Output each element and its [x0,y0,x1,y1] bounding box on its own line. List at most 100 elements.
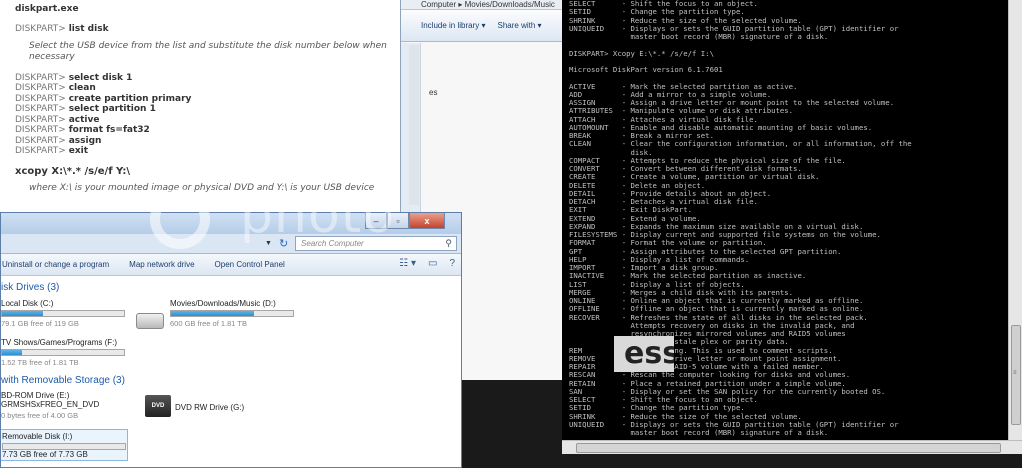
help-icon[interactable]: ? [449,258,455,269]
file-item-fragment[interactable]: es [429,88,437,97]
hard-drive-icon [136,313,164,329]
drive-free-space: 1.52 TB free of 1.81 TB [1,358,79,367]
doc-prompt: DISKPART> [15,125,69,135]
disc-label: GRMSHSxFREO_EN_DVD [1,400,100,409]
drive-name: Removable Disk (I:) [2,432,73,441]
dvd-drive-icon: DVD [145,395,171,417]
maximize-button[interactable]: ▫ [387,213,409,229]
drive-name: DVD RW Drive (G:) [175,403,245,412]
instructions-document: diskpart.exe DISKPART> list disk Select … [0,0,400,214]
doc-command: clean [68,83,96,93]
doc-command: format fs=fat32 [68,125,150,135]
doc-xcopy-command: xcopy X:\*.* /s/e/f Y:\ [15,165,131,177]
doc-command: list disk [68,24,109,34]
drive-i-removable[interactable]: Removable Disk (I:) 7.73 GB free of 7.73… [1,429,128,461]
preview-pane-icon[interactable]: ▭ [428,258,437,269]
doc-step-line: DISKPART> create partition primary [15,94,400,105]
drive-free-space: 600 GB free of 1.81 TB [170,319,247,328]
doc-prompt: DISKPART> [15,72,69,83]
window-controls: – ▫ x [365,213,445,229]
desktop-background [462,380,568,468]
drive-c[interactable]: Local Disk (C:) 79.1 GB free of 119 GB [1,299,125,328]
doc-command: exit [68,146,89,156]
drive-name: TV Shows/Games/Programs (F:) [1,338,118,347]
map-network-drive-button[interactable]: Map network drive [129,260,194,269]
doc-note-xcopy: where X:\ is your mounted image or physi… [29,182,375,193]
doc-list-disk-line: DISKPART> list disk [15,24,400,35]
view-options-icon[interactable]: ☷ ▾ [399,258,416,269]
drive-e-bdrom[interactable]: BD-ROM Drive (E:) GRMSHSxFREO_EN_DVD 0 b… [1,391,99,420]
open-control-panel-button[interactable]: Open Control Panel [215,260,285,269]
hard-disk-drives-header[interactable]: isk Drives (3) [1,282,59,293]
doc-command: create partition primary [68,93,192,104]
doc-prompt: DISKPART> [15,83,69,93]
drive-d[interactable]: Movies/Downloads/Music (D:) 600 GB free … [170,299,294,328]
cmd-line: master boot record (MBR) signature of a … [569,428,829,437]
hscroll-thumb[interactable] [576,443,1001,453]
drive-name: BD-ROM Drive (E:) [1,391,70,400]
computer-window: – ▫ x ▼ ↻ Search Computer ⚲ Uninstall or… [0,212,462,468]
cmd-horizontal-scrollbar[interactable] [562,440,1022,454]
address-bar: ▼ ↻ Search Computer ⚲ [1,234,461,254]
doc-command: select partition 1 [68,104,156,114]
doc-prompt: DISKPART> [15,93,69,104]
doc-command: assign [68,135,102,146]
command-bar: Uninstall or change a program Map networ… [1,254,461,276]
drive-free-space: 0 bytes free of 4.00 GB [1,411,79,420]
doc-prompt: DISKPART> [15,104,69,114]
drive-usage-bar [170,310,294,317]
close-button[interactable]: x [409,213,445,229]
drive-usage-bar [1,349,125,356]
drive-g-dvdrw[interactable]: DVD RW Drive (G:) [175,403,244,412]
drive-free-space: 79.1 GB free of 119 GB [1,319,79,328]
cmd-line: Microsoft DiskPart version 6.1.7601 [569,65,723,74]
drive-usage-bar [2,443,126,450]
doc-command: select disk 1 [68,72,133,83]
cmd-line: DISKPART> Xcopy E:\*.* /s/e/f I:\ [569,48,714,58]
drive-usage-fill [2,311,44,316]
minimize-button[interactable]: – [365,213,387,229]
drive-name: Movies/Downloads/Music (D:) [170,299,276,308]
doc-step-line: DISKPART> exit [15,146,400,157]
doc-step-line: DISKPART> assign [15,136,400,147]
doc-steps-list: DISKPART> select disk 1 DISKPART> clean DI… [15,73,400,157]
address-dropdown-icon[interactable]: ▼ [265,240,272,247]
drive-usage-fill [171,311,254,316]
drive-f[interactable]: TV Shows/Games/Programs (F:) 1.52 TB fre… [1,338,125,367]
doc-command: active [68,114,100,125]
doc-step-line: DISKPART> format fs=fat32 [15,125,400,136]
doc-prompt: DISKPART> [15,135,69,146]
doc-step-line: DISKPART> select partition 1 [15,104,400,115]
doc-prompt: DISKPART> [15,114,69,125]
doc-prompt: DISKPART> [15,24,69,34]
taskbar-fragment [562,454,1022,468]
doc-exe-title: diskpart.exe [15,4,79,14]
uninstall-program-button[interactable]: Uninstall or change a program [2,260,109,269]
drive-free-space: 7.73 GB free of 7.73 GB [2,450,88,459]
search-placeholder: Search Computer [301,239,364,248]
nav-scrollbar[interactable] [409,45,419,205]
include-in-library-button[interactable]: Include in library ▾ [421,21,486,30]
breadcrumb[interactable]: Computer ▸ Movies/Downloads/Music [401,0,562,10]
doc-step-line: DISKPART> active [15,115,400,126]
overlay-text-fragment: ess [614,336,674,372]
search-input[interactable]: Search Computer ⚲ [295,236,457,251]
doc-prompt: DISKPART> [15,146,69,156]
doc-step-line: DISKPART> clean [15,83,400,94]
drive-usage-bar [1,310,125,317]
drive-usage-fill [2,350,22,355]
doc-note-select-usb: Select the USB device from the list and … [29,40,387,62]
command-prompt-output[interactable]: SELECT - Shift the focus to an object. SE… [562,0,1008,440]
view-controls: ☷ ▾ ▭ ? [399,258,455,269]
removable-storage-header[interactable]: with Removable Storage (3) [1,375,125,386]
cmd-vertical-scrollbar[interactable]: ≡ [1008,0,1022,440]
scroll-grip-icon: ≡ [1013,370,1017,376]
cmd-line: master boot record (MBR) signature of a … [569,32,829,41]
search-icon[interactable]: ⚲ [445,238,452,249]
drive-name: Local Disk (C:) [1,299,54,308]
share-with-button[interactable]: Share with ▾ [498,21,542,30]
explorer-toolbar: Include in library ▾ Share with ▾ [401,10,562,42]
doc-step-line: DISKPART> select disk 1 [15,73,400,84]
computer-titlebar[interactable]: – ▫ x [1,213,461,234]
refresh-icon[interactable]: ↻ [279,237,288,250]
